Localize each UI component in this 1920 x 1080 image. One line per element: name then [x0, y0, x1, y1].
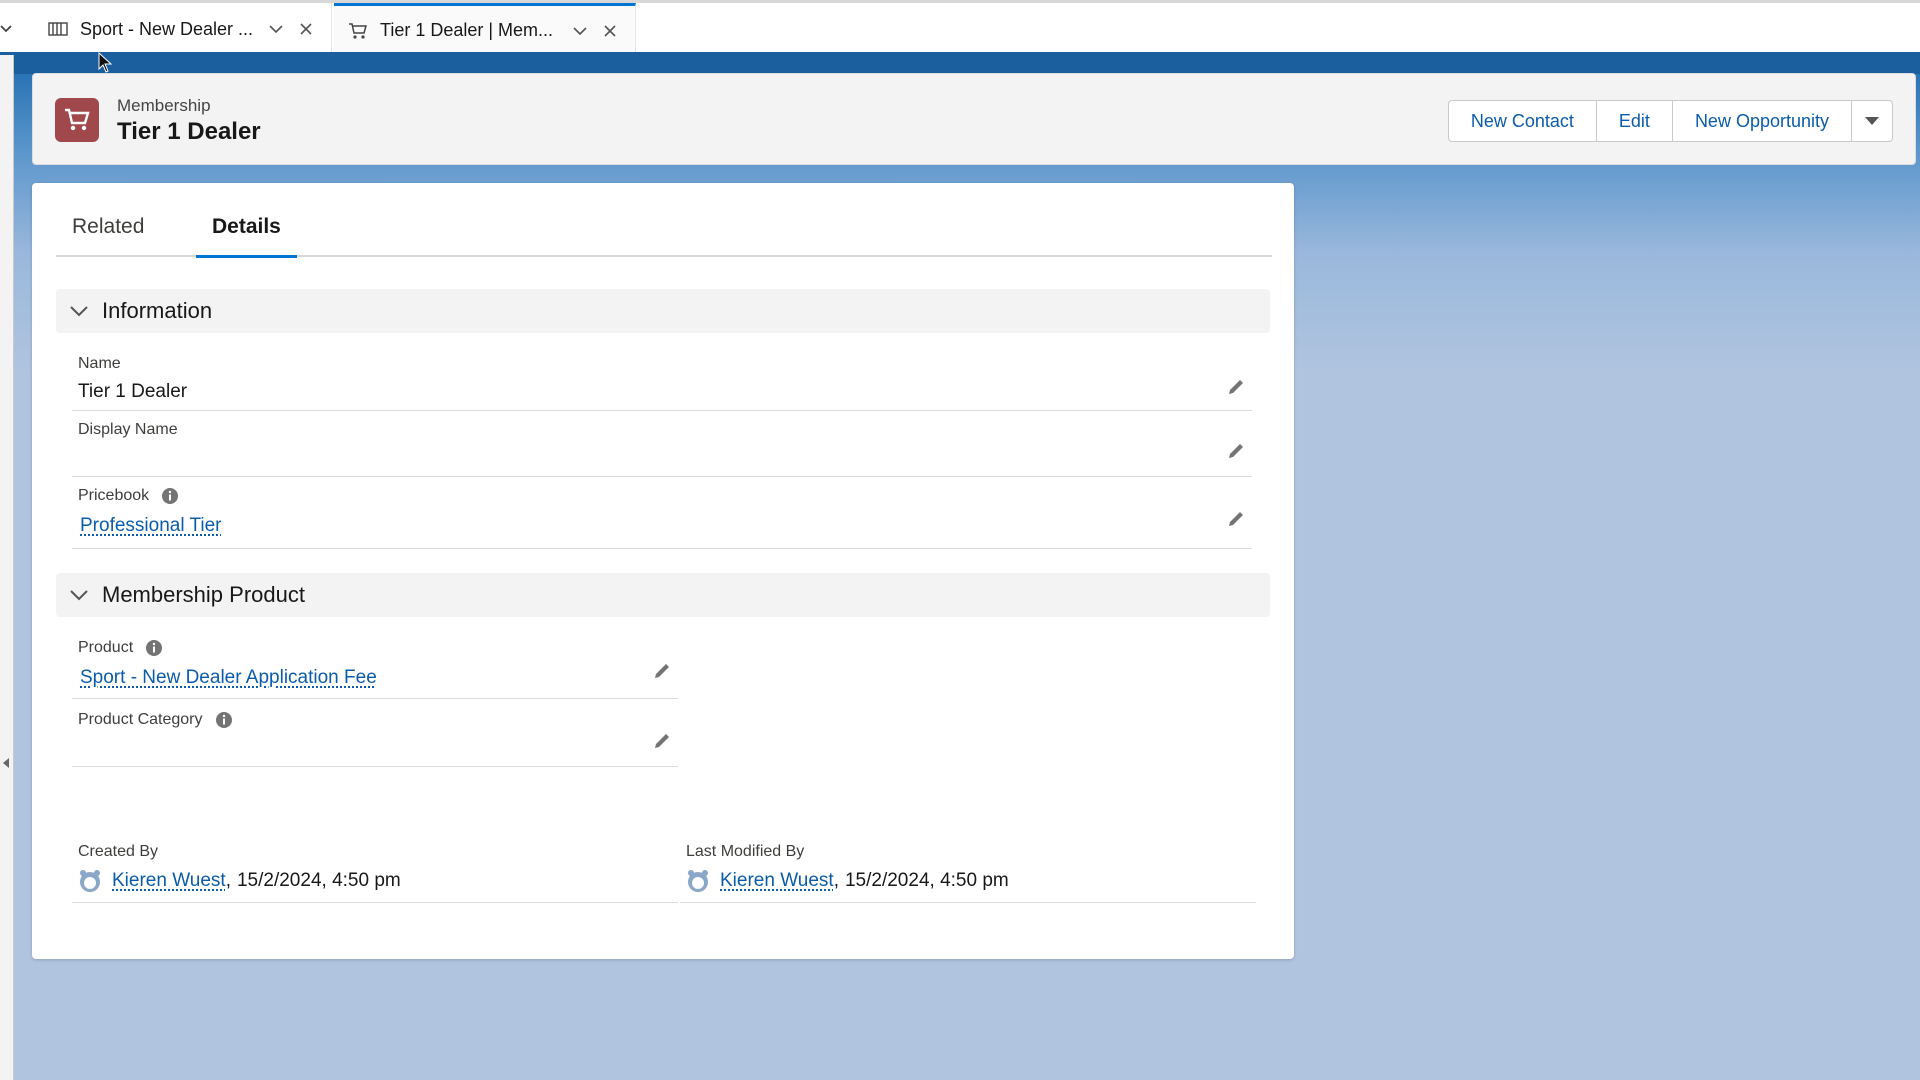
cart-icon: [55, 98, 99, 142]
tab-label: Sport - New Dealer ...: [80, 18, 254, 39]
modified-date: 15/2/2024, 4:50 pm: [844, 870, 1009, 891]
section-information[interactable]: Information: [56, 289, 1270, 333]
field-label-text: Pricebook: [78, 487, 150, 504]
section-title: Membership Product: [102, 582, 305, 607]
created-by: Created By Kieren Wuest , 15/2/2024, 4:5…: [72, 843, 678, 903]
chevron-down-icon[interactable]: [0, 19, 14, 39]
created-date: 15/2/2024, 4:50 pm: [236, 870, 401, 891]
chevron-down-icon: [1865, 117, 1879, 125]
action-button-group: New Contact Edit New Opportunity: [1447, 100, 1893, 142]
record-type: Membership: [117, 96, 211, 115]
info-icon[interactable]: [215, 711, 233, 729]
chevron-left-icon[interactable]: [3, 755, 10, 773]
workspace-tab-bar: Sport - New Dealer ... Tier 1 Dealer | M…: [0, 0, 1920, 55]
new-contact-button[interactable]: New Contact: [1447, 100, 1597, 142]
chevron-down-icon[interactable]: [569, 20, 591, 42]
brand-band: [0, 52, 1920, 74]
section-membership-product[interactable]: Membership Product: [56, 573, 1270, 617]
created-by-row: Kieren Wuest , 15/2/2024, 4:50 pm: [78, 869, 401, 893]
avatar: [688, 870, 708, 892]
more-actions-button[interactable]: [1851, 100, 1893, 142]
field-label-text: Product: [78, 639, 134, 656]
avatar: [80, 870, 100, 892]
product-icon: [48, 19, 70, 39]
product-link[interactable]: Sport - New Dealer Application Fee: [80, 667, 377, 689]
field-label: Pricebook: [78, 487, 179, 505]
chevron-down-icon[interactable]: [265, 18, 287, 40]
field-pricebook: Pricebook Professional Tier: [72, 483, 1252, 549]
cart-icon: [348, 21, 370, 41]
field-label: Created By: [78, 843, 159, 860]
edit-button[interactable]: Edit: [1595, 100, 1673, 142]
record-header: Membership Tier 1 Dealer New Contact Edi…: [32, 73, 1916, 165]
close-icon[interactable]: [599, 20, 621, 42]
tab-details[interactable]: Details: [196, 215, 297, 258]
record-tabs: Related Details: [56, 183, 1272, 258]
field-name: Name Tier 1 Dealer: [72, 351, 1252, 411]
new-opportunity-button[interactable]: New Opportunity: [1671, 100, 1852, 142]
info-icon[interactable]: [161, 487, 179, 505]
chevron-down-icon: [70, 585, 90, 605]
field-product: Product Sport - New Dealer Application F…: [72, 635, 678, 699]
field-value: Tier 1 Dealer: [78, 381, 188, 402]
last-modified-row: Kieren Wuest , 15/2/2024, 4:50 pm: [686, 869, 1009, 893]
tab-related[interactable]: Related: [56, 215, 160, 257]
last-modified-by: Last Modified By Kieren Wuest , 15/2/202…: [680, 843, 1256, 903]
chevron-down-icon: [70, 301, 90, 321]
pricebook-link[interactable]: Professional Tier: [80, 515, 222, 537]
user-link[interactable]: Kieren Wuest: [720, 870, 834, 892]
field-label-text: Product Category: [78, 711, 203, 728]
pencil-icon[interactable]: [652, 731, 672, 751]
field-label: Last Modified By: [686, 843, 805, 860]
details-card: Related Details Information Name Tier 1 …: [32, 183, 1294, 959]
field-label: Display Name: [78, 421, 178, 438]
separator: ,: [833, 870, 839, 891]
pencil-icon[interactable]: [652, 661, 672, 681]
workspace-tab-product[interactable]: Sport - New Dealer ...: [34, 3, 332, 55]
pencil-icon[interactable]: [1226, 441, 1246, 461]
workspace-tab-membership[interactable]: Tier 1 Dealer | Mem...: [334, 3, 636, 55]
cursor-icon: [98, 51, 113, 79]
field-product-category: Product Category: [72, 707, 678, 767]
info-icon[interactable]: [145, 639, 163, 657]
user-link[interactable]: Kieren Wuest: [112, 870, 226, 892]
pencil-icon[interactable]: [1226, 509, 1246, 529]
field-label: Product: [78, 639, 163, 657]
separator: ,: [225, 870, 231, 891]
pencil-icon[interactable]: [1226, 377, 1246, 397]
tab-label: Tier 1 Dealer | Mem...: [380, 20, 554, 40]
section-title: Information: [102, 298, 213, 323]
page-title: Tier 1 Dealer: [117, 118, 261, 145]
field-label: Name: [78, 355, 121, 372]
close-icon[interactable]: [295, 18, 317, 40]
field-label: Product Category: [78, 711, 233, 729]
left-utility-rail[interactable]: [0, 55, 14, 1080]
field-display-name: Display Name: [72, 417, 1252, 477]
